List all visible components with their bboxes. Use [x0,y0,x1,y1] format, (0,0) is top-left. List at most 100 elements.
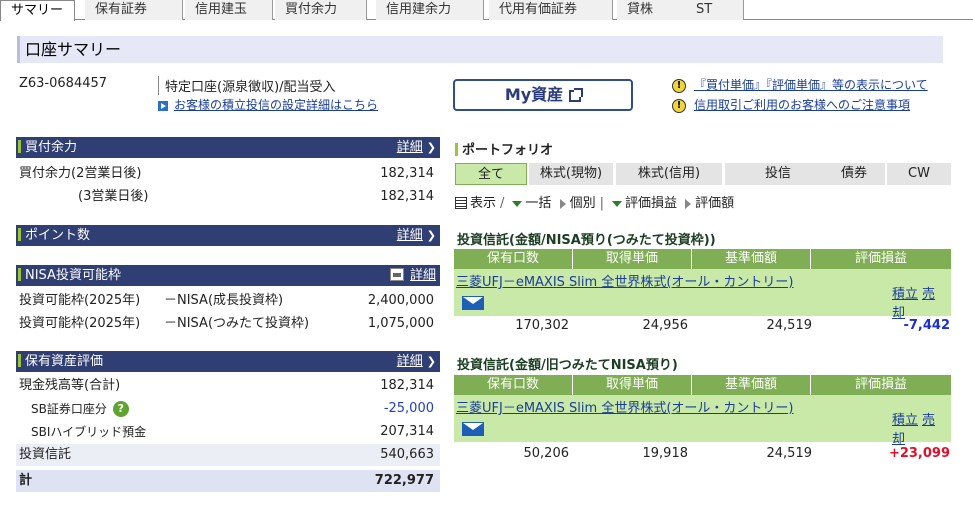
individual-toggle[interactable]: 個別 [556,196,596,211]
portfolio-tabs: 全て 株式(現物) 株式(信用) 投信 債券 CW [455,163,955,185]
buying-power-header: 買付余力 詳細 ❯ [16,137,440,158]
chevron-right-icon: ❯ [426,141,436,154]
col-header: 保有口数 [454,249,573,269]
pf-tab-all[interactable]: 全て [455,163,527,185]
asset-row-hybrid-deposit: SBIハイブリッド預金 207,314 [16,421,440,443]
detail-label: 詳細 [396,354,423,369]
header-title: ポイント数 [25,228,91,243]
tab-label: 信用建玉 [195,2,248,17]
portfolio-title: ポートフォリオ [455,139,553,158]
tab-label: ST [696,2,713,17]
units-value: 170,302 [515,318,569,333]
row-label: SBIハイブリッド預金 [31,425,147,439]
tab-st[interactable]: ST [686,0,744,20]
fund-name-link[interactable]: 三菱UFJ－eMAXIS Slim 全世界株式(オール・カントリー) [456,399,811,439]
col-header: 基準価額 [692,249,811,269]
tab-stock-lending[interactable]: 貸株 [617,0,687,20]
account-type: 特定口座(源泉徴収)/配当受入 [158,76,336,95]
mail-icon[interactable] [462,421,484,436]
header-title: 買付余力 [25,140,78,155]
accumulation-settings-link-text[interactable]: お客様の積立投信の設定詳細はこちら [174,98,378,112]
nav-value: 24,519 [766,318,813,333]
header-accent [18,354,21,367]
main-tabs: サマリー 保有証券 信用建玉 買付余力 信用建余力 代用有価証券 貸株 ST [0,0,973,21]
account-number: Z63-0684457 [19,76,108,91]
pf-tab-bonds[interactable]: 債券 [823,163,887,185]
tab-buying-power[interactable]: 買付余力 [275,0,367,20]
fund-values-row: 50,206 19,918 24,519 +23,099 [454,444,951,464]
acq-price-value: 24,956 [642,318,689,333]
pl-toggle[interactable]: 評価損益 [608,196,677,211]
pf-tab-cw[interactable]: CW [887,163,953,185]
my-assets-label: My資産 [504,85,564,104]
row-label: 投資可能枠(2025年) [19,316,141,331]
accumulation-settings-link[interactable]: お客様の積立投信の設定詳細はこちら [158,96,378,113]
header-accent [18,268,21,281]
notice-link[interactable]: 信用取引ご利用のお客様へのご注意事項 [694,98,910,112]
nisa-detail-link[interactable]: 詳細 [389,265,436,286]
fund-section-title: 投資信託(金額/旧つみたてNISA預り) [457,358,678,373]
points-detail-link[interactable]: 詳細 ❯ [397,225,436,246]
help-icon[interactable]: ? [112,400,129,417]
amount-toggle[interactable]: 評価額 [681,196,734,211]
assets-detail-link[interactable]: 詳細 ❯ [397,351,436,372]
nisa-header: NISA投資可能枠 詳細 [16,265,440,286]
tab-label: 買付余力 [285,2,338,17]
asset-row-cash: 現金残高等(合計) 182,314 [16,375,440,397]
tab-margin-positions[interactable]: 信用建玉 [185,0,273,20]
row-label: 投資信託 [19,447,72,462]
external-link-icon [569,87,584,102]
detail-label: 詳細 [409,268,436,283]
tab-label: サマリー [11,3,64,18]
row-value: 722,977 [374,473,434,488]
pf-tab-funds[interactable]: 投信 [725,163,833,185]
pf-tab-stock-cash[interactable]: 株式(現物) [529,163,615,185]
arrow-square-icon [158,100,168,111]
row-sublabel: －NISA(成長投資枠) [164,293,284,308]
notice-price-display[interactable]: ! 『買付単価』『評価単価』等の表示について [672,76,928,93]
fund-section-title: 投資信託(金額/NISA預り(つみたて投資枠)) [457,233,716,248]
fund-table-header: 保有口数 取得単価 基準価額 評価損益 [454,375,951,395]
triangle-right-icon [685,198,692,209]
pf-tab-stock-margin[interactable]: 株式(信用) [616,163,724,185]
col-header: 取得単価 [573,249,692,269]
bulk-toggle[interactable]: 一括 [508,196,551,211]
nisa-row: 投資可能枠(2025年) －NISA(成長投資枠) 2,400,000 [16,290,440,312]
row-value: 1,075,000 [367,316,434,331]
fund-name-link[interactable]: 三菱UFJ－eMAXIS Slim 全世界株式(オール・カントリー) [456,273,811,313]
row-sublabel: －NISA(つみたて投資枠) [164,316,310,331]
tab-holdings[interactable]: 保有証券 [85,0,183,20]
asset-row-funds: 投資信託 540,663 [16,444,440,466]
fund-row: 三菱UFJ－eMAXIS Slim 全世界株式(オール・カントリー) 積立 売却 [454,395,951,447]
header-accent [18,140,21,153]
tab-collateral[interactable]: 代用有価証券 [489,0,613,20]
portfolio-controls: 表示 / 一括 個別 | 評価損益 評価額 [455,192,734,211]
tab-label: 保有証券 [95,2,148,17]
notice-link[interactable]: 『買付単価』『評価単価』等の表示について [694,78,928,92]
row-value: 207,314 [380,424,434,439]
asset-row-securities: SB証券口座分? -25,000 [16,398,440,420]
notice-margin[interactable]: ! 信用取引ご利用のお客様へのご注意事項 [672,96,910,113]
accumulate-link[interactable]: 積立 [892,287,918,302]
triangle-right-icon [559,198,566,209]
my-assets-button[interactable]: My資産 [453,79,633,111]
accumulate-link[interactable]: 積立 [892,413,918,428]
row-value: 540,663 [380,447,434,462]
header-accent [455,143,458,156]
tab-label: 代用有価証券 [499,2,578,17]
row-value: 182,314 [380,166,434,181]
row-label: 買付余力(2営業日後) [19,166,142,181]
fund-values-row: 170,302 24,956 24,519 -7,442 [454,316,951,336]
tab-margin-power[interactable]: 信用建余力 [376,0,484,20]
pl-value: +23,099 [888,446,950,461]
buying-power-detail-link[interactable]: 詳細 ❯ [397,137,436,158]
tab-summary[interactable]: サマリー [0,0,75,21]
row-label: 現金残高等(合計) [19,378,121,393]
print-icon [389,268,404,281]
mail-icon[interactable] [462,295,484,310]
exclamation-icon: ! [672,98,686,113]
row-value: 2,400,000 [367,293,434,308]
fund-table-header: 保有口数 取得単価 基準価額 評価損益 [454,249,951,269]
list-icon [455,196,467,209]
header-title: NISA投資可能枠 [25,268,121,283]
